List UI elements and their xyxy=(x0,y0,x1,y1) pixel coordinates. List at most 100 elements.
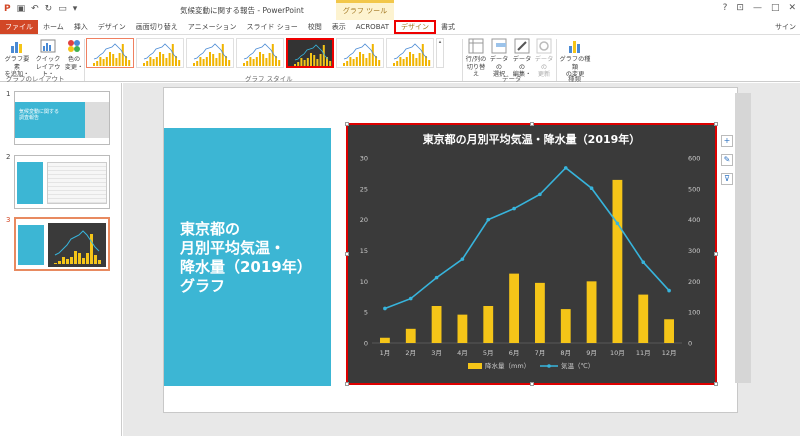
tab-0[interactable]: ファイル xyxy=(0,20,38,34)
redo-icon[interactable]: ↻ xyxy=(45,4,53,14)
chart-element-icon xyxy=(11,42,22,53)
resize-handle[interactable] xyxy=(530,382,534,386)
legend-label-temperature: 気温（℃） xyxy=(561,361,594,370)
bar-precipitation xyxy=(380,337,390,343)
chart-style-option[interactable] xyxy=(86,38,134,68)
legend-line-marker xyxy=(547,364,551,368)
chart-style-option[interactable] xyxy=(386,38,434,68)
chart-style-option[interactable] xyxy=(136,38,184,68)
change-colors-button[interactable]: 色の 変更・ xyxy=(64,38,84,71)
slide-thumbnail-1[interactable]: 気候変動に関する 調査報告 xyxy=(14,91,110,145)
x-tick-label: 1月 xyxy=(380,349,391,357)
refresh-data-icon xyxy=(536,38,552,54)
tab-6[interactable]: スライド ショー xyxy=(242,20,303,34)
x-tick-label: 9月 xyxy=(586,349,597,357)
color-palette-icon xyxy=(68,40,80,52)
chart-style-option[interactable] xyxy=(336,38,384,68)
group-label-styles: グラフ スタイル xyxy=(245,75,293,83)
ribbon: グラフ要素 を追加・ クイック レイアウト・ 色の 変更・ グラフのレイアウト … xyxy=(0,34,800,83)
point-temperature xyxy=(486,217,491,222)
switch-row-column-button[interactable]: 行/列の 切り替え xyxy=(465,38,487,79)
tab-4[interactable]: 画面切り替え xyxy=(131,20,183,34)
thumb-chart xyxy=(48,223,106,267)
slide-number: 2 xyxy=(6,153,11,161)
slide-thumbnail-2[interactable] xyxy=(14,155,110,209)
tab-3[interactable]: デザイン xyxy=(93,20,131,34)
save-icon[interactable]: ▣ xyxy=(17,4,26,14)
customize-qat-icon[interactable]: ▾ xyxy=(73,4,78,14)
bar-precipitation xyxy=(612,179,623,343)
close-button[interactable]: ✕ xyxy=(788,3,796,13)
point-temperature xyxy=(512,206,516,211)
y-left-tick-label: 25 xyxy=(360,185,368,193)
bar-precipitation xyxy=(431,306,442,343)
chart-style-preview xyxy=(393,43,431,66)
chart-style-preview xyxy=(193,43,231,66)
undo-icon[interactable]: ↶ xyxy=(31,4,39,14)
switch-row-column-icon xyxy=(468,38,484,54)
chart-elements-button[interactable]: + xyxy=(721,135,733,147)
next-slide-edge xyxy=(735,93,751,383)
chart-style-option[interactable] xyxy=(236,38,284,68)
resize-handle[interactable] xyxy=(345,122,349,126)
thumb-title-box: 気候変動に関する 調査報告 xyxy=(15,102,85,138)
edit-data-icon xyxy=(514,38,530,54)
tab-2[interactable]: 挿入 xyxy=(69,20,93,34)
point-temperature xyxy=(667,288,671,293)
ribbon-display-icon[interactable]: ⊡ xyxy=(736,3,744,13)
start-slideshow-icon[interactable]: ▭ xyxy=(58,4,67,14)
tab-5[interactable]: アニメーション xyxy=(183,20,242,34)
quick-access-toolbar: P ▣ ↶ ↻ ▭ ▾ xyxy=(4,4,77,14)
group-separator xyxy=(556,39,557,81)
slide-title[interactable]: 東京都の 月別平均気温・ 降水量（2019年） グラフ xyxy=(180,220,320,296)
y-right-tick-label: 100 xyxy=(688,309,700,317)
x-tick-label: 10月 xyxy=(610,349,625,357)
maximize-button[interactable]: □ xyxy=(771,3,780,13)
legend-label-precipitation: 降水量（mm） xyxy=(485,361,530,370)
x-tick-label: 12月 xyxy=(662,349,677,357)
refresh-data-button[interactable]: データの 更新 xyxy=(534,38,554,79)
bar-precipitation xyxy=(509,273,519,343)
slide-title-box[interactable]: 東京都の 月別平均気温・ 降水量（2019年） グラフ xyxy=(164,128,331,386)
thumb-chart-graphic xyxy=(54,230,101,264)
y-right-tick-label: 400 xyxy=(688,216,700,224)
tab-11[interactable]: 書式 xyxy=(436,20,460,34)
point-temperature xyxy=(383,306,387,311)
point-temperature xyxy=(538,192,542,197)
slide-canvas: 東京都の 月別平均気温・ 降水量（2019年） グラフ 東京都の月別平均気温・降… xyxy=(163,87,738,413)
ribbon-tabs: ファイル ホーム 挿入 デザイン 画面切り替え アニメーション スライド ショー 校閲 表示 AC… xyxy=(0,20,800,34)
resize-handle[interactable] xyxy=(345,382,349,386)
resize-handle[interactable] xyxy=(714,122,718,126)
slide-number: 3 xyxy=(6,216,11,224)
group-label-layouts: グラフのレイアウト xyxy=(6,75,65,83)
chart-object[interactable]: 東京都の月別平均気温・降水量（2019年） 0 5 10 15 20 25 30 0 100 200… xyxy=(345,122,718,386)
chart-background xyxy=(348,125,715,383)
y-left-tick-label: 0 xyxy=(364,340,368,348)
tab-9[interactable]: ACROBAT xyxy=(351,20,394,34)
change-colors-label: 色の 変更・ xyxy=(64,56,84,71)
sign-in-link[interactable]: サイン xyxy=(775,22,796,32)
bar-precipitation xyxy=(483,306,494,343)
resize-handle[interactable] xyxy=(714,382,718,386)
bar-precipitation xyxy=(586,281,597,343)
slide-thumbnails-pane: 1 気候変動に関する 調査報告 2 3 xyxy=(0,83,122,436)
resize-handle[interactable] xyxy=(345,252,349,256)
chart-styles-button[interactable]: ✎ xyxy=(721,154,733,166)
resize-handle[interactable] xyxy=(530,122,534,126)
tab-7[interactable]: 校閲 xyxy=(303,20,327,34)
chart-filters-button[interactable]: ⊽ xyxy=(721,173,733,185)
tab-10[interactable]: デザイン xyxy=(394,20,437,34)
help-icon[interactable]: ? xyxy=(723,3,728,13)
resize-handle[interactable] xyxy=(714,252,718,256)
minimize-button[interactable]: — xyxy=(753,3,762,13)
y-left-tick-label: 10 xyxy=(360,278,368,286)
gallery-scroll-button[interactable]: ▴ xyxy=(436,38,444,68)
bar-precipitation xyxy=(560,309,571,343)
point-temperature xyxy=(434,275,439,280)
slide-thumbnail-3[interactable] xyxy=(14,217,110,271)
app-icon: P xyxy=(4,4,11,14)
tab-8[interactable]: 表示 xyxy=(327,20,351,34)
tab-1[interactable]: ホーム xyxy=(38,20,69,34)
chart-style-option[interactable] xyxy=(286,38,334,68)
chart-style-option[interactable] xyxy=(186,38,234,68)
